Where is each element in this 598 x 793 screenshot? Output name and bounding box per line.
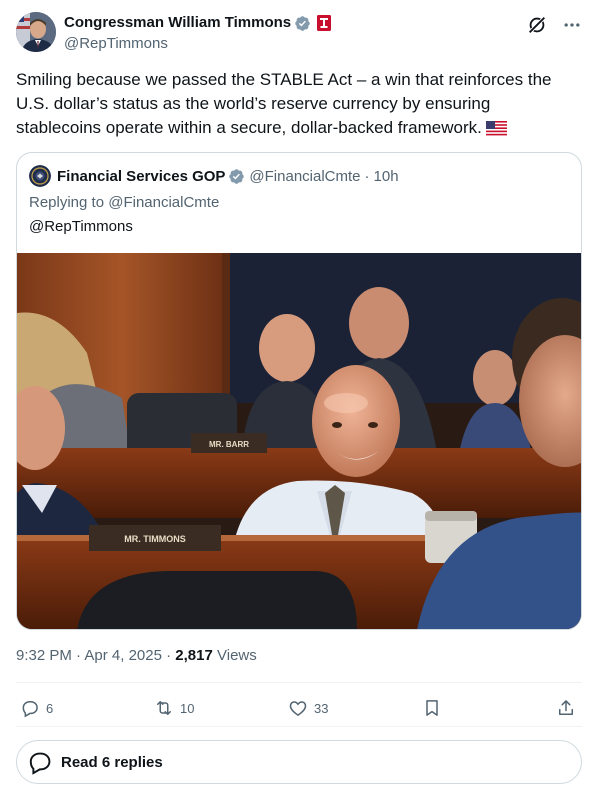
more-options-icon[interactable] — [562, 15, 582, 35]
quoted-tweet-photo[interactable]: MR. BARR MR. TIMMONS — [17, 253, 582, 630]
verified-badge-icon — [295, 15, 310, 31]
author-display-name[interactable]: Congressman William Timmons — [64, 13, 291, 33]
divider — [16, 726, 582, 727]
tweet-meta: 9:32 PM · Apr 4, 2025 · 2,817 Views — [16, 646, 257, 666]
views-count: 2,817 — [175, 647, 213, 664]
quoted-tweet-card[interactable]: Financial Services GOP @FinancialCmte · … — [16, 152, 582, 630]
repost-icon — [157, 701, 171, 715]
views-label: Views — [217, 647, 257, 664]
like-button[interactable]: 33 — [288, 694, 328, 722]
separator-dot: · — [364, 167, 370, 185]
read-replies-label: Read 6 replies — [61, 753, 163, 771]
reply-button[interactable]: 6 — [20, 694, 53, 722]
read-replies-button[interactable]: Read 6 replies — [16, 740, 582, 784]
like-count: 33 — [314, 700, 329, 716]
bookmark-icon — [426, 700, 438, 716]
quoted-author-handle[interactable]: @FinancialCmte — [249, 168, 360, 185]
tweet-time[interactable]: 9:32 PM — [16, 647, 72, 664]
tweet-body: Smiling because we passed the STABLE Act… — [16, 70, 552, 137]
separator-dot: · — [76, 647, 82, 664]
replying-to-prefix: Replying to — [29, 194, 105, 211]
us-flag-icon — [485, 119, 507, 136]
separator-dot: · — [166, 647, 172, 664]
heart-icon — [289, 701, 307, 716]
quoted-author-name[interactable]: Financial Services GOP — [57, 168, 225, 185]
quoted-timestamp[interactable]: 10h — [374, 168, 399, 185]
nameplate-front: MR. TIMMONS — [124, 534, 186, 544]
author-handle[interactable]: @RepTimmons — [64, 34, 332, 54]
replying-to: Replying to @FinancialCmte — [29, 193, 219, 213]
share-button[interactable] — [556, 694, 576, 722]
reply-icon — [22, 701, 38, 718]
verified-badge-icon — [229, 168, 245, 184]
chat-bubble-icon — [29, 752, 51, 775]
divider — [16, 682, 582, 683]
tweet-text: Smiling because we passed the STABLE Act… — [16, 68, 576, 140]
grok-icon[interactable] — [526, 14, 548, 36]
quoted-tweet-text: @RepTimmons — [29, 218, 133, 235]
bookmark-button[interactable] — [422, 694, 442, 722]
share-icon — [559, 700, 573, 715]
repost-button[interactable]: 10 — [154, 694, 194, 722]
tweet-header: Congressman William Timmons @RepTimmons — [16, 12, 582, 54]
reply-count: 6 — [46, 700, 54, 716]
nameplate-back: MR. BARR — [209, 440, 249, 449]
author-avatar[interactable] — [16, 12, 56, 52]
repost-count: 10 — [180, 700, 195, 716]
replying-to-handle[interactable]: @FinancialCmte — [108, 194, 219, 211]
tweet-date[interactable]: Apr 4, 2025 — [84, 647, 162, 664]
quoted-author-avatar[interactable] — [29, 165, 51, 187]
congress-badge-icon — [317, 15, 332, 31]
action-bar: 6 10 33 — [16, 694, 582, 722]
